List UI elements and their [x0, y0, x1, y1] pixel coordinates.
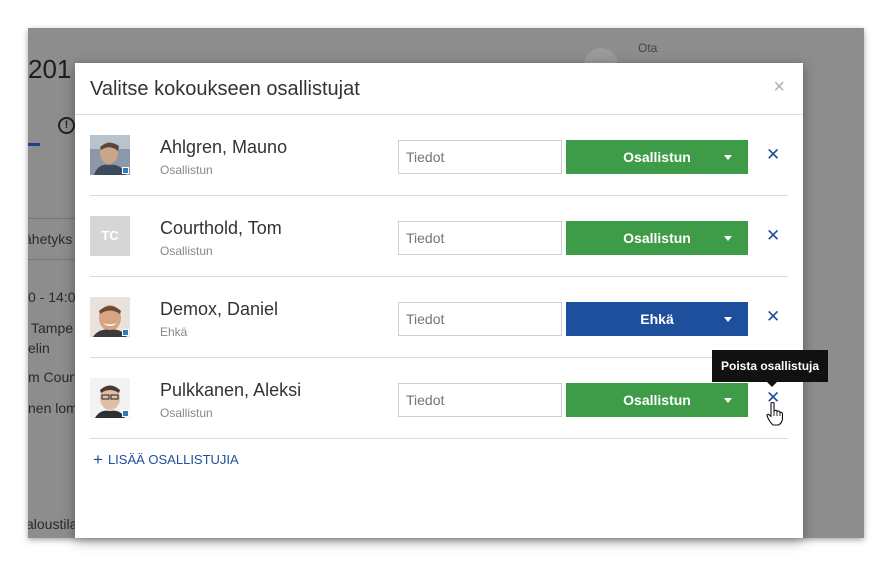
notes-input[interactable] — [398, 140, 562, 174]
background-text-line: elin — [28, 340, 50, 356]
add-participants-label: LISÄÄ OSALLISTUJIA — [107, 452, 239, 467]
participant-name: Demox, Daniel — [160, 299, 279, 319]
participant-name: Pulkkanen, Aleksi — [160, 380, 302, 400]
linkedin-badge-icon — [122, 167, 129, 174]
rsvp-label: Osallistun — [623, 149, 691, 165]
rsvp-label: Ehkä — [640, 311, 674, 327]
caret-down-icon — [724, 398, 732, 403]
avatar — [90, 135, 130, 175]
participant-row: Demox, Daniel Ehkä Ehkä ✕ — [90, 277, 788, 358]
tooltip-arrow — [767, 382, 777, 387]
rsvp-dropdown[interactable]: Osallistun — [566, 221, 748, 255]
background-text-line: ähetyks — [28, 231, 73, 247]
remove-participant-icon[interactable]: ✕ — [766, 307, 780, 327]
background-tab-indicator — [28, 143, 40, 146]
dialog-title: Valitse kokoukseen osallistujat — [90, 78, 360, 100]
plus-icon: + — [93, 450, 103, 469]
avatar — [90, 297, 130, 337]
linkedin-badge-icon — [122, 329, 129, 336]
participant-name: Ahlgren, Mauno — [160, 137, 288, 157]
background-ota-label: Ota — [638, 41, 658, 55]
participant-row: Pulkkanen, Aleksi Osallistun Osallistun … — [90, 358, 788, 439]
notes-input[interactable] — [398, 302, 562, 336]
participant-status: Osallistun — [160, 406, 213, 420]
dialog-header: Valitse kokoukseen osallistujat × — [75, 63, 803, 115]
notes-input[interactable] — [398, 221, 562, 255]
participant-name: Courthold, Tom — [160, 218, 282, 238]
avatar-initials: TC — [101, 228, 119, 243]
rsvp-dropdown[interactable]: Osallistun — [566, 140, 748, 174]
remove-tooltip: Poista osallistuja — [712, 350, 829, 382]
background-year-fragment: 201 — [28, 54, 72, 84]
rsvp-label: Osallistun — [623, 230, 691, 246]
participants-dialog: Valitse kokoukseen osallistujat × Ahlgre… — [75, 63, 803, 538]
hand-cursor-icon — [766, 402, 784, 426]
caret-down-icon — [724, 155, 732, 160]
add-participants-link[interactable]: + LISÄÄ OSALLISTUJIA — [93, 450, 239, 470]
background-text-line: m Court — [28, 369, 78, 385]
remove-participant-icon[interactable]: ✕ — [766, 145, 780, 165]
avatar — [90, 378, 130, 418]
rsvp-label: Osallistun — [623, 392, 691, 408]
background-warning-icon: ! — [58, 117, 75, 134]
caret-down-icon — [724, 317, 732, 322]
participant-row: Ahlgren, Mauno Osallistun Osallistun ✕ — [90, 115, 788, 196]
participant-status: Ehkä — [160, 325, 188, 339]
linkedin-badge-icon — [122, 410, 129, 417]
rsvp-dropdown[interactable]: Osallistun — [566, 383, 748, 417]
remove-participant-icon[interactable]: ✕ — [766, 226, 780, 246]
participant-row: TC Courthold, Tom Osallistun Osallistun … — [90, 196, 788, 277]
notes-input[interactable] — [398, 383, 562, 417]
close-icon[interactable]: × — [773, 77, 785, 97]
participant-status: Osallistun — [160, 163, 213, 177]
participant-status: Osallistun — [160, 244, 213, 258]
background-text-line: aloustila — [28, 516, 78, 532]
background-text-line: nen lom — [28, 400, 78, 416]
rsvp-dropdown[interactable]: Ehkä — [566, 302, 748, 336]
background-text-line: 0 - 14:0 — [28, 289, 76, 305]
caret-down-icon — [724, 236, 732, 241]
avatar: TC — [90, 216, 130, 256]
background-text-line: Tampe — [31, 320, 74, 336]
